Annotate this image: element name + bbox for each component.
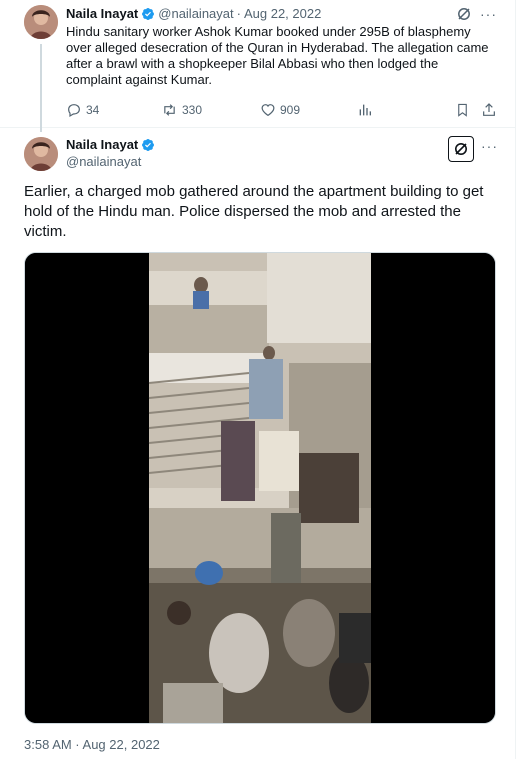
tweet-date[interactable]: Aug 22, 2022 — [244, 6, 321, 21]
bookmark-icon — [455, 102, 470, 118]
author-handle[interactable]: @nailainayat — [158, 6, 233, 21]
video-player[interactable] — [24, 252, 496, 724]
tweet-text: Hindu sanitary worker Ashok Kumar booked… — [66, 24, 489, 87]
more-icon[interactable]: ··· — [480, 6, 497, 22]
author-name[interactable]: Naila Inayat — [66, 6, 138, 21]
verified-badge-icon — [141, 7, 155, 25]
like-icon — [260, 102, 276, 118]
tweet-actions: 34 330 909 — [0, 102, 516, 120]
like-count: 909 — [280, 103, 301, 117]
tweet-text: Earlier, a charged mob gathered around t… — [24, 183, 484, 240]
author-handle[interactable]: @nailainayat — [66, 154, 141, 170]
reply-icon — [66, 102, 82, 118]
tweet-header: Naila Inayat @nailainayat · Aug 22, 2022 — [66, 6, 321, 25]
verified-badge-icon — [141, 138, 155, 156]
views-button[interactable] — [357, 102, 373, 118]
reply-count: 34 — [86, 103, 100, 117]
author-name[interactable]: Naila Inayat — [66, 137, 138, 152]
tweet-timestamp[interactable]: 3:58 AM · Aug 22, 2022 — [24, 737, 160, 753]
repost-count: 330 — [182, 103, 203, 117]
like-button[interactable]: 909 — [260, 102, 300, 118]
reply-button[interactable]: 34 — [66, 102, 99, 118]
more-icon[interactable]: ··· — [481, 138, 498, 154]
avatar[interactable] — [24, 137, 58, 171]
share-button[interactable] — [481, 102, 497, 118]
tweet-parent[interactable]: Naila Inayat @nailainayat · Aug 22, 2022 ··… — [0, 0, 516, 132]
repost-icon — [161, 102, 178, 118]
bookmark-button[interactable] — [455, 102, 470, 118]
avatar[interactable] — [24, 5, 58, 39]
views-icon — [357, 102, 373, 118]
repost-button[interactable]: 330 — [161, 102, 202, 118]
video-frame — [25, 253, 495, 723]
dot-separator: · — [236, 6, 241, 21]
grok-icon[interactable] — [448, 136, 474, 162]
share-icon — [481, 102, 497, 118]
